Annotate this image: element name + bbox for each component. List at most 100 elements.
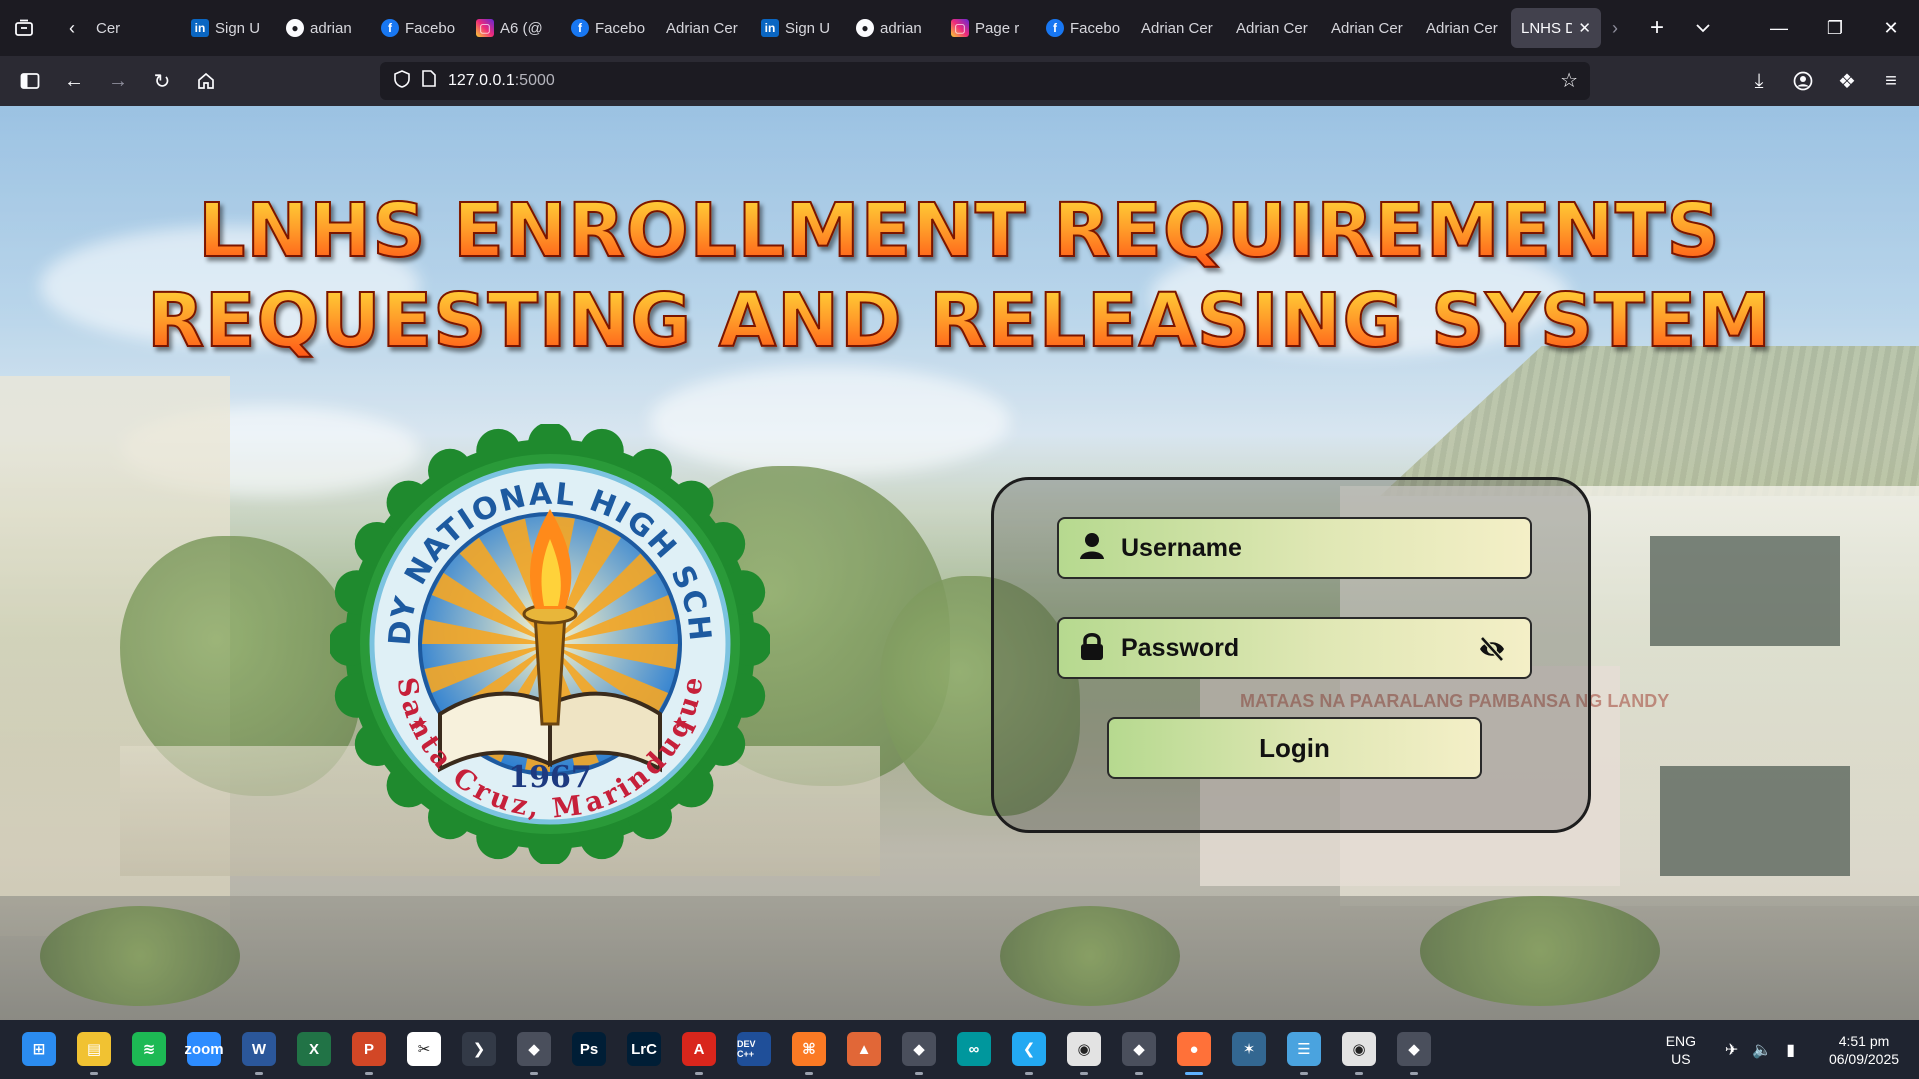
start-icon[interactable]: ⊞ <box>22 1032 56 1066</box>
browser-tab[interactable]: Cer <box>86 8 181 48</box>
app-icon[interactable]: ◆ <box>1122 1032 1156 1066</box>
tab-label: adrian <box>310 19 352 37</box>
browser-tab[interactable]: LNHS D ✕ <box>1511 8 1601 48</box>
browser-tab[interactable]: f Facebo <box>561 8 656 48</box>
running-app-indicator <box>1355 1072 1363 1075</box>
shield-icon[interactable] <box>394 69 410 93</box>
running-app-indicator <box>1410 1072 1418 1075</box>
facebook-icon: f <box>381 19 399 37</box>
browser-tab[interactable]: ▢ A6 (@ <box>466 8 561 48</box>
volume-icon[interactable]: 🔈 <box>1752 1040 1772 1060</box>
password-field[interactable]: Password <box>1057 617 1532 679</box>
close-window-icon[interactable]: ✕ <box>1863 18 1919 39</box>
mysql-workbench-icon[interactable]: ✶ <box>1232 1032 1266 1066</box>
clock[interactable]: 4:51 pm 06/09/2025 <box>1809 1032 1919 1068</box>
url-text[interactable]: 127.0.0.1:5000 <box>448 72 555 90</box>
menu-icon[interactable]: ≡ <box>1869 61 1913 101</box>
tab-label: Page r <box>975 19 1020 37</box>
word-icon[interactable]: W <box>242 1032 276 1066</box>
back-icon[interactable]: ← <box>52 61 96 101</box>
notepad-icon[interactable]: ☰ <box>1287 1032 1321 1066</box>
tray-icons[interactable]: ✈ 🔈 ▮ <box>1711 1040 1809 1060</box>
scroll-tabs-right-icon[interactable]: › <box>1601 8 1629 48</box>
lightroom-icon[interactable]: LrC <box>627 1032 661 1066</box>
file-explorer-icon[interactable]: ▤ <box>77 1032 111 1066</box>
user-icon <box>1079 532 1105 565</box>
url-host: 127.0.0.1 <box>448 72 515 89</box>
tab-label: Adrian Cer <box>666 19 738 37</box>
vscode-icon[interactable]: ❮ <box>1012 1032 1046 1066</box>
scroll-tabs-left-icon[interactable]: ‹ <box>58 8 86 48</box>
list-all-tabs-icon[interactable] <box>1683 8 1723 48</box>
account-icon[interactable] <box>1781 61 1825 101</box>
page-title-line-2: REQUESTING AND RELEASING SYSTEM <box>0 277 1919 365</box>
powerpoint-icon[interactable]: P <box>352 1032 386 1066</box>
browser-tab[interactable]: ● adrian <box>846 8 941 48</box>
browser-tab[interactable]: in Sign U <box>181 8 276 48</box>
browser-tab[interactable]: Adrian Cer <box>656 8 751 48</box>
bookmark-star-icon[interactable]: ☆ <box>1560 68 1578 93</box>
devc-icon[interactable]: DEV C++ <box>737 1032 771 1066</box>
chrome-icon[interactable]: ◉ <box>1342 1032 1376 1066</box>
username-field[interactable]: Username <box>1057 517 1532 579</box>
matlab-icon[interactable]: ▲ <box>847 1032 881 1066</box>
network-icon[interactable]: ✈ <box>1725 1040 1738 1060</box>
photoshop-icon[interactable]: Ps <box>572 1032 606 1066</box>
chrome-icon[interactable]: ◉ <box>1067 1032 1101 1066</box>
firefox-icon[interactable]: ● <box>1177 1032 1211 1066</box>
capcut-icon[interactable]: ✂ <box>407 1032 441 1066</box>
running-app-indicator <box>695 1072 703 1075</box>
spotify-icon[interactable]: ≋ <box>132 1032 166 1066</box>
restore-icon[interactable]: ❐ <box>1807 18 1863 39</box>
browser-tab[interactable]: Adrian Cer <box>1131 8 1226 48</box>
app-icon[interactable]: ◆ <box>1397 1032 1431 1066</box>
xampp-icon[interactable]: ⌘ <box>792 1032 826 1066</box>
toggle-password-visibility-icon[interactable] <box>1478 635 1506 668</box>
running-app-indicator <box>1300 1072 1308 1075</box>
logo-star-right-icon: ★ <box>672 713 688 733</box>
app-icon[interactable]: ◆ <box>517 1032 551 1066</box>
login-button[interactable]: Login <box>1107 717 1482 779</box>
browser-tab[interactable]: f Facebo <box>1036 8 1131 48</box>
forward-icon[interactable]: → <box>96 61 140 101</box>
system-tray: ENG US ✈ 🔈 ▮ 4:51 pm 06/09/2025 <box>1651 1020 1919 1079</box>
tab-overview-icon[interactable] <box>4 8 44 48</box>
browser-tab[interactable]: Adrian Cer <box>1226 8 1321 48</box>
browser-tab[interactable]: Adrian Cer <box>1321 8 1416 48</box>
browser-tab[interactable]: ▢ Page r <box>941 8 1036 48</box>
tab-label: LNHS D <box>1521 19 1573 37</box>
acrobat-icon[interactable]: A <box>682 1032 716 1066</box>
reload-icon[interactable]: ↻ <box>140 61 184 101</box>
running-app-indicator <box>90 1072 98 1075</box>
close-tab-icon[interactable]: ✕ <box>1578 19 1591 37</box>
browser-tab[interactable]: f Facebo <box>371 8 466 48</box>
battery-icon[interactable]: ▮ <box>1786 1040 1795 1060</box>
terminal-icon[interactable]: ❯ <box>462 1032 496 1066</box>
address-bar[interactable]: 127.0.0.1:5000 ☆ <box>380 62 1590 100</box>
tab-label: Adrian Cer <box>1236 19 1308 37</box>
linkedin-icon: in <box>191 19 209 37</box>
excel-icon[interactable]: X <box>297 1032 331 1066</box>
sidebar-toggle-icon[interactable] <box>8 61 52 101</box>
running-app-indicator <box>255 1072 263 1075</box>
minimize-icon[interactable]: — <box>1751 18 1807 39</box>
tab-label: Adrian Cer <box>1426 19 1498 37</box>
app-icon[interactable]: ◆ <box>902 1032 936 1066</box>
browser-tab[interactable]: ● adrian <box>276 8 371 48</box>
zoom-icon[interactable]: zoom <box>184 1032 224 1066</box>
new-tab-icon[interactable]: + <box>1637 8 1677 48</box>
extensions-icon[interactable]: ❖ <box>1825 61 1869 101</box>
browser-tab[interactable]: Adrian Cer <box>1416 8 1511 48</box>
language-indicator[interactable]: ENG US <box>1651 1032 1711 1068</box>
language-code: ENG <box>1665 1032 1697 1049</box>
school-logo: 1967 LANDY NATIONAL HIGH SCHOOL Santa Cr… <box>330 424 770 864</box>
logo-star-left-icon: ★ <box>412 713 428 733</box>
clock-date: 06/09/2025 <box>1828 1050 1900 1067</box>
arduino-icon[interactable]: ∞ <box>957 1032 991 1066</box>
home-icon[interactable] <box>184 61 228 101</box>
tab-list: Cer in Sign U ● adrian f Facebo ▢ A6 (@ f Facebo Ad… <box>86 8 1601 48</box>
toolbar-right: ⤓ ❖ ≡ <box>1737 56 1919 106</box>
downloads-icon[interactable]: ⤓ <box>1737 61 1781 101</box>
browser-tab[interactable]: in Sign U <box>751 8 846 48</box>
page-title-line-1: LNHS ENROLLMENT REQUIREMENTS <box>0 187 1919 275</box>
